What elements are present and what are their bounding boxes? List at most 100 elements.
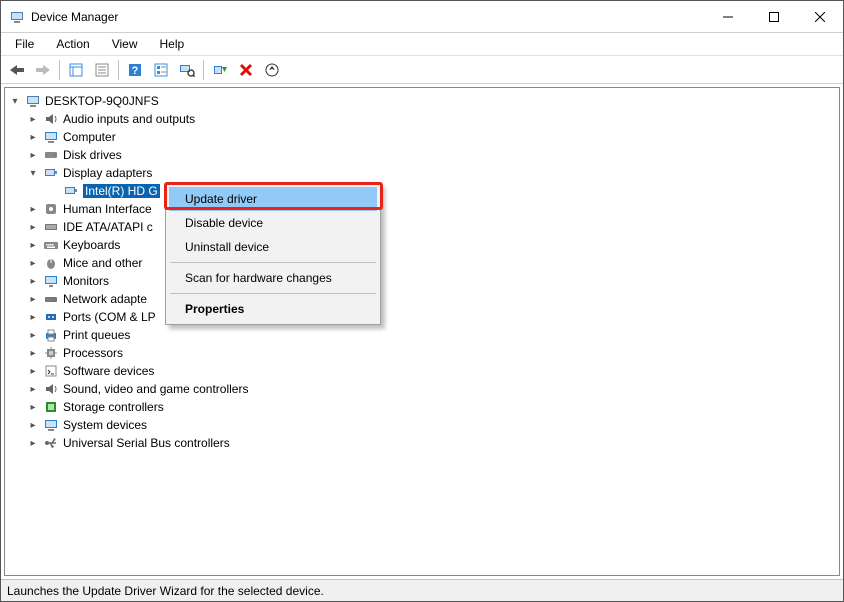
device-tree[interactable]: ▾ DESKTOP-9Q0JNFS ▸ Audio inputs and out… (4, 87, 840, 576)
tree-node-ide[interactable]: ▸ IDE ATA/ATAPI c (7, 218, 837, 236)
add-hardware-icon[interactable] (208, 59, 232, 81)
tree-label: System devices (63, 418, 147, 432)
display-adapter-icon (63, 183, 79, 199)
tree-node-keyboards[interactable]: ▸ Keyboards (7, 236, 837, 254)
toolbar: ? (1, 56, 843, 84)
menu-action[interactable]: Action (46, 35, 99, 53)
software-icon (43, 363, 59, 379)
tree-node-printqueues[interactable]: ▸ Print queues (7, 326, 837, 344)
tree-node-usb[interactable]: ▸ Universal Serial Bus controllers (7, 434, 837, 452)
keyboard-icon (43, 237, 59, 253)
hid-icon (43, 201, 59, 217)
close-button[interactable] (797, 1, 843, 33)
update-driver-icon[interactable] (260, 59, 284, 81)
ctx-update-driver[interactable]: Update driver (169, 187, 377, 211)
tree-label: Audio inputs and outputs (63, 112, 195, 126)
titlebar: Device Manager (1, 1, 843, 33)
chevron-right-icon[interactable]: ▸ (27, 293, 39, 305)
tree-node-display[interactable]: ▾ Display adapters (7, 164, 837, 182)
ctx-properties[interactable]: Properties (169, 297, 377, 321)
minimize-button[interactable] (705, 1, 751, 33)
tree-root-label: DESKTOP-9Q0JNFS (45, 94, 159, 108)
tree-root[interactable]: ▾ DESKTOP-9Q0JNFS (7, 92, 837, 110)
toolbar-separator (203, 60, 204, 80)
chevron-right-icon[interactable]: ▸ (27, 149, 39, 161)
tree-label: Keyboards (63, 238, 120, 252)
scan-hardware-icon[interactable] (175, 59, 199, 81)
tree-node-monitors[interactable]: ▸ Monitors (7, 272, 837, 290)
back-arrow-icon[interactable] (5, 59, 29, 81)
tree-label: Network adapte (63, 292, 147, 306)
ctx-separator (170, 293, 376, 294)
forward-arrow-icon[interactable] (31, 59, 55, 81)
tree-label: Display adapters (63, 166, 152, 180)
ide-icon (43, 219, 59, 235)
chevron-right-icon[interactable]: ▸ (27, 221, 39, 233)
menu-help[interactable]: Help (150, 35, 195, 53)
help-icon[interactable]: ? (123, 59, 147, 81)
chevron-right-icon[interactable]: ▸ (27, 347, 39, 359)
disk-icon (43, 147, 59, 163)
tree-label: Processors (63, 346, 123, 360)
context-menu: Update driver Disable device Uninstall d… (165, 183, 381, 325)
remove-icon[interactable] (234, 59, 258, 81)
tree-label: Computer (63, 130, 116, 144)
ctx-disable-device[interactable]: Disable device (169, 211, 377, 235)
statusbar-text: Launches the Update Driver Wizard for th… (7, 584, 324, 598)
tree-node-audio[interactable]: ▸ Audio inputs and outputs (7, 110, 837, 128)
tree-node-processors[interactable]: ▸ Processors (7, 344, 837, 362)
toolbar-separator (59, 60, 60, 80)
tree-node-computer[interactable]: ▸ Computer (7, 128, 837, 146)
ctx-scan-hardware[interactable]: Scan for hardware changes (169, 266, 377, 290)
chevron-right-icon[interactable]: ▸ (27, 257, 39, 269)
details-icon[interactable] (149, 59, 173, 81)
app-icon (9, 9, 25, 25)
tree-node-sound[interactable]: ▸ Sound, video and game controllers (7, 380, 837, 398)
tree-node-intel-hd[interactable]: ▸ Intel(R) HD G (7, 182, 837, 200)
menu-file[interactable]: File (5, 35, 44, 53)
tree-node-storage[interactable]: ▸ Storage controllers (7, 398, 837, 416)
tree-node-hid[interactable]: ▸ Human Interface (7, 200, 837, 218)
chevron-right-icon[interactable]: ▸ (27, 275, 39, 287)
tree-label: Storage controllers (63, 400, 164, 414)
ctx-separator (170, 262, 376, 263)
chevron-down-icon[interactable]: ▾ (9, 95, 21, 107)
chevron-right-icon[interactable]: ▸ (27, 383, 39, 395)
chevron-right-icon[interactable]: ▸ (27, 131, 39, 143)
ctx-uninstall-device[interactable]: Uninstall device (169, 235, 377, 259)
tree-label: Human Interface (63, 202, 152, 216)
tree-label: Sound, video and game controllers (63, 382, 248, 396)
tree-node-system[interactable]: ▸ System devices (7, 416, 837, 434)
ports-icon (43, 309, 59, 325)
toolbar-separator (118, 60, 119, 80)
tree-label: Monitors (63, 274, 109, 288)
chevron-right-icon[interactable]: ▸ (27, 419, 39, 431)
tree-label-selected: Intel(R) HD G (83, 184, 160, 198)
chevron-right-icon[interactable]: ▸ (27, 203, 39, 215)
computer-icon (25, 93, 41, 109)
usb-icon (43, 435, 59, 451)
tree-label: Print queues (63, 328, 130, 342)
tree-node-network[interactable]: ▸ Network adapte (7, 290, 837, 308)
chevron-right-icon[interactable]: ▸ (27, 365, 39, 377)
chevron-right-icon[interactable]: ▸ (27, 239, 39, 251)
chevron-right-icon[interactable]: ▸ (27, 401, 39, 413)
tree-label: Universal Serial Bus controllers (63, 436, 230, 450)
chevron-down-icon[interactable]: ▾ (27, 167, 39, 179)
tree-node-softwaredevices[interactable]: ▸ Software devices (7, 362, 837, 380)
tree-node-ports[interactable]: ▸ Ports (COM & LP (7, 308, 837, 326)
maximize-button[interactable] (751, 1, 797, 33)
chevron-right-icon[interactable]: ▸ (27, 311, 39, 323)
properties-icon[interactable] (90, 59, 114, 81)
chevron-right-icon[interactable]: ▸ (27, 113, 39, 125)
menu-view[interactable]: View (102, 35, 148, 53)
svg-text:?: ? (132, 65, 139, 77)
cpu-icon (43, 345, 59, 361)
printer-icon (43, 327, 59, 343)
display-adapter-icon (43, 165, 59, 181)
chevron-right-icon[interactable]: ▸ (27, 329, 39, 341)
tree-node-disk[interactable]: ▸ Disk drives (7, 146, 837, 164)
show-hidden-icon[interactable] (64, 59, 88, 81)
tree-node-mice[interactable]: ▸ Mice and other (7, 254, 837, 272)
chevron-right-icon[interactable]: ▸ (27, 437, 39, 449)
